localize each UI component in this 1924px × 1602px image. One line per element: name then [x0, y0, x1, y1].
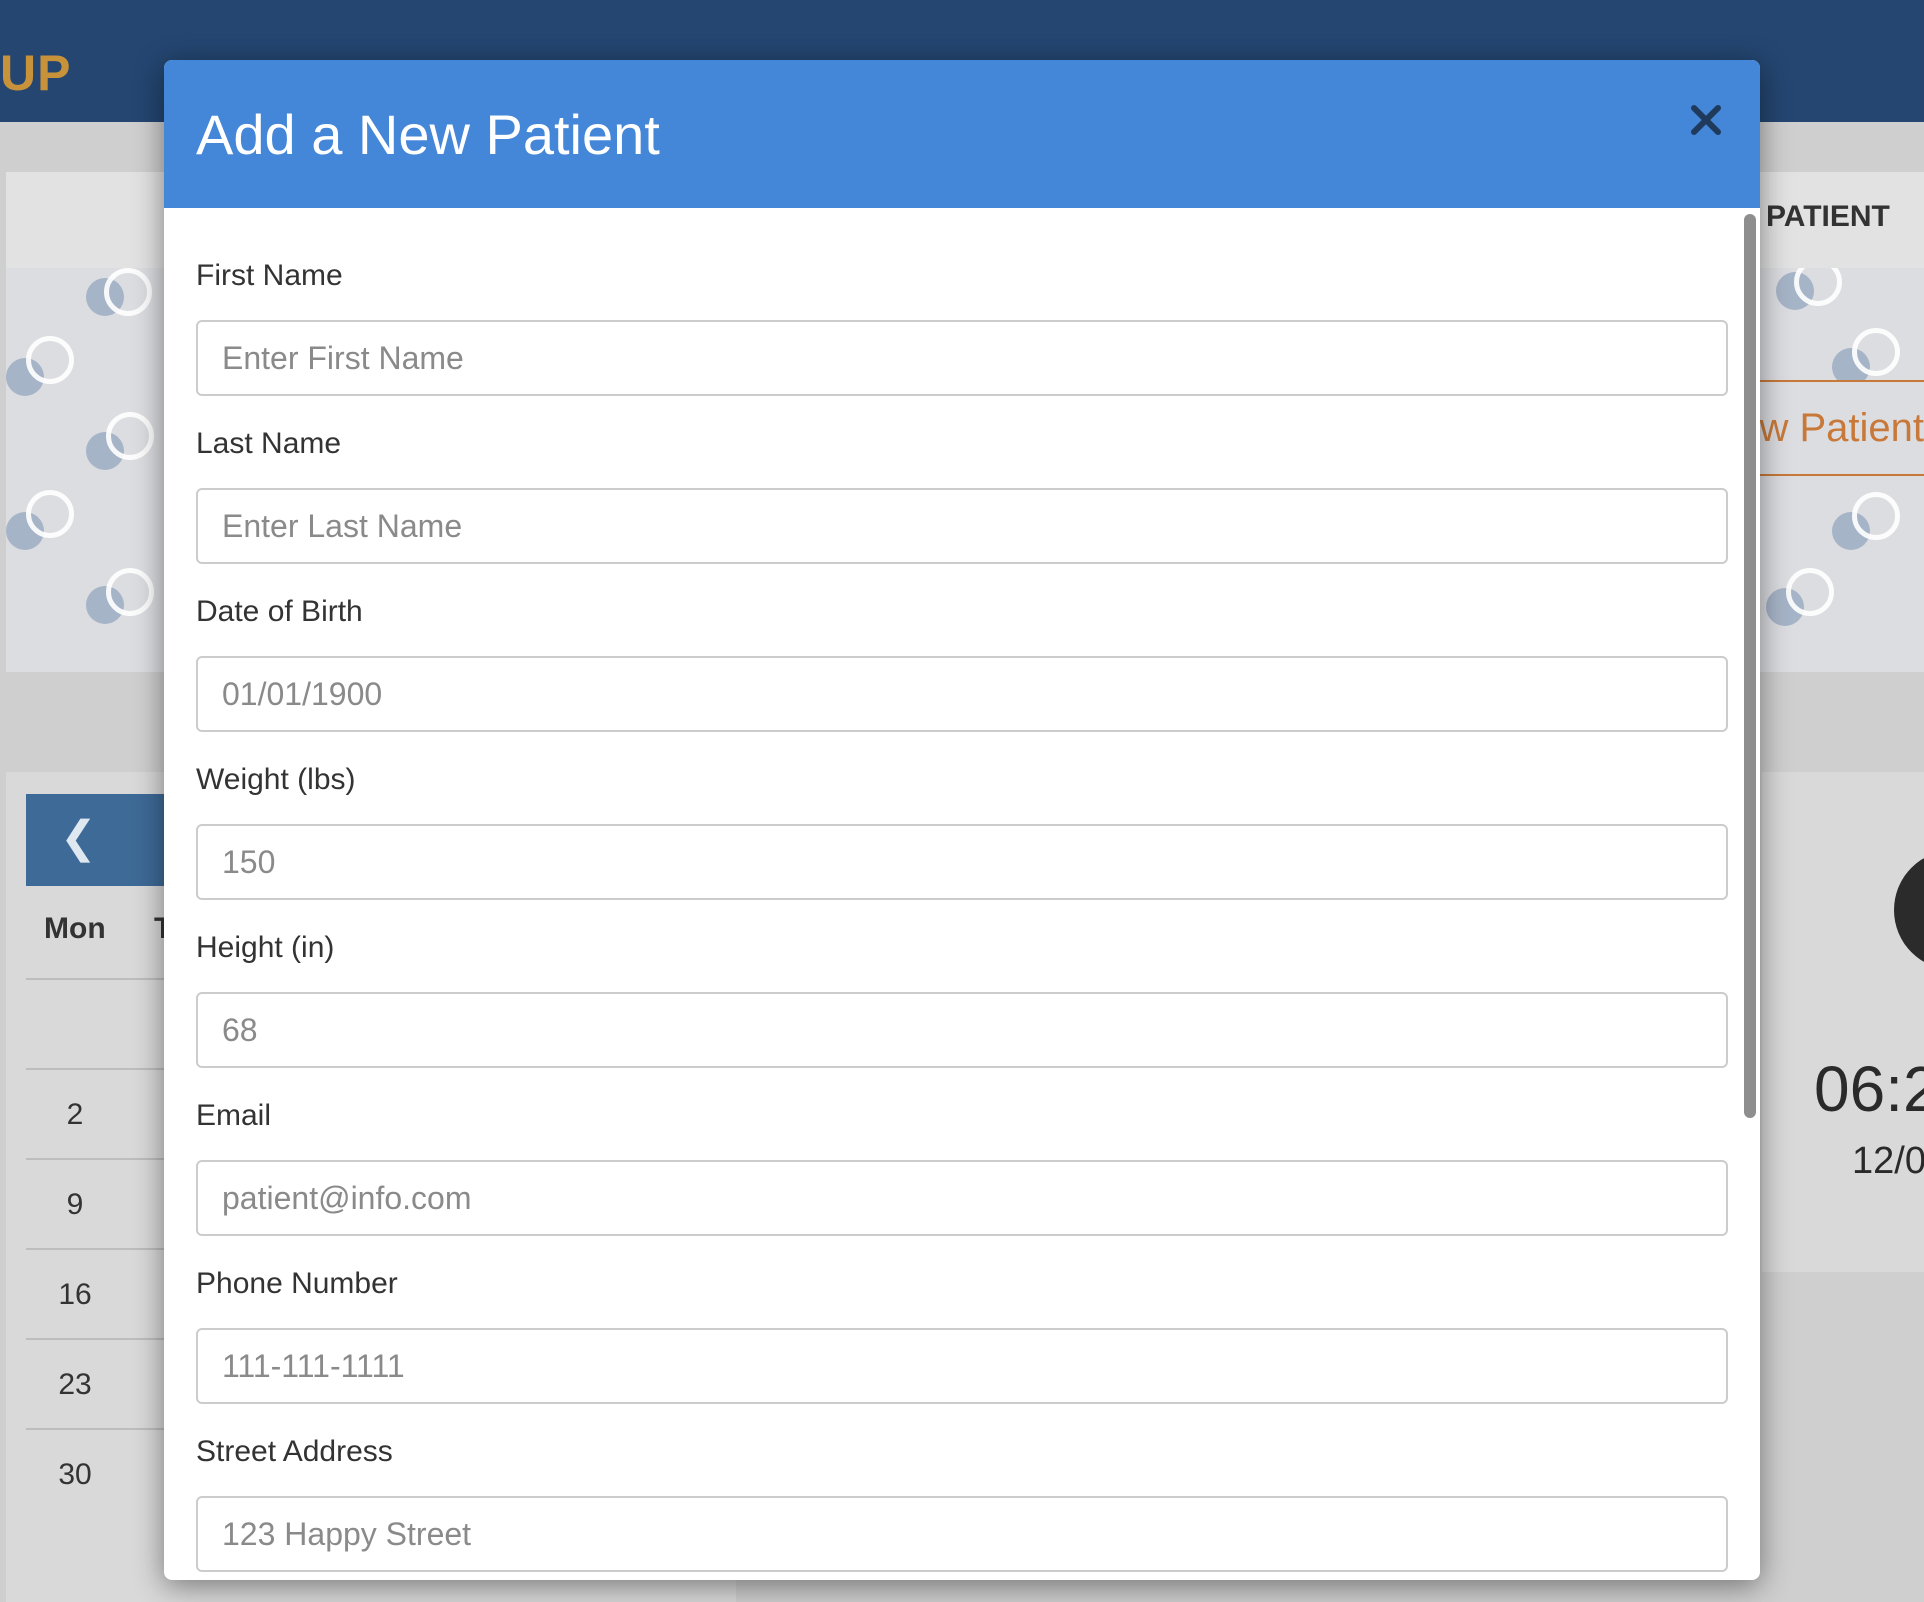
modal-body: First Name Last Name Date of Birth Weigh… [164, 208, 1760, 1580]
last-name-label: Last Name [196, 427, 342, 460]
email-label: Email [196, 1099, 272, 1132]
calendar-day[interactable]: 16 [26, 1278, 124, 1312]
last-name-input[interactable] [196, 488, 1728, 564]
new-patient-button-label: w Patient [1759, 406, 1924, 450]
clock-date: 12/0 [1852, 1140, 1924, 1182]
street-address-input[interactable] [196, 1496, 1728, 1572]
date-of-birth-input[interactable] [196, 656, 1728, 732]
first-name-input[interactable] [196, 320, 1728, 396]
phone-number-input[interactable] [196, 1328, 1728, 1404]
modal-scrollbar[interactable] [1744, 214, 1756, 1118]
close-button[interactable] [1682, 96, 1730, 144]
height-group: Height (in) [196, 926, 1728, 1068]
height-input[interactable] [196, 992, 1728, 1068]
modal-header: Add a New Patient [164, 60, 1760, 208]
weight-label: Weight (lbs) [196, 763, 356, 796]
weight-group: Weight (lbs) [196, 758, 1728, 900]
close-icon [1691, 105, 1721, 135]
date-of-birth-label: Date of Birth [196, 595, 363, 628]
email-group: Email [196, 1094, 1728, 1236]
phone-number-group: Phone Number [196, 1262, 1728, 1404]
email-input[interactable] [196, 1160, 1728, 1236]
last-name-group: Last Name [196, 422, 1728, 564]
add-patient-modal: Add a New Patient First Name Last Name D… [164, 60, 1760, 1580]
modal-title: Add a New Patient [196, 103, 660, 166]
clock-time: 06:2 [1814, 1053, 1924, 1125]
height-label: Height (in) [196, 931, 335, 964]
date-of-birth-group: Date of Birth [196, 590, 1728, 732]
calendar-day[interactable]: 9 [26, 1188, 124, 1222]
first-name-group: First Name [196, 254, 1728, 396]
weight-input[interactable] [196, 824, 1728, 900]
new-patient-button[interactable]: w Patient [1740, 380, 1924, 476]
chevron-left-icon[interactable]: ❮ [60, 812, 97, 863]
calendar-day[interactable]: 2 [26, 1098, 124, 1132]
day-name-mon: Mon [44, 912, 106, 945]
calendar-day[interactable]: 30 [26, 1458, 124, 1492]
street-address-group: Street Address [196, 1430, 1728, 1572]
tab-patient[interactable]: PATIENT [1766, 200, 1890, 234]
first-name-label: First Name [196, 259, 343, 292]
brand-logo-text[interactable]: UP [0, 44, 71, 102]
street-address-label: Street Address [196, 1435, 393, 1468]
calendar-day[interactable]: 23 [26, 1368, 124, 1402]
phone-number-label: Phone Number [196, 1267, 398, 1300]
clock-card [1762, 772, 1924, 1272]
